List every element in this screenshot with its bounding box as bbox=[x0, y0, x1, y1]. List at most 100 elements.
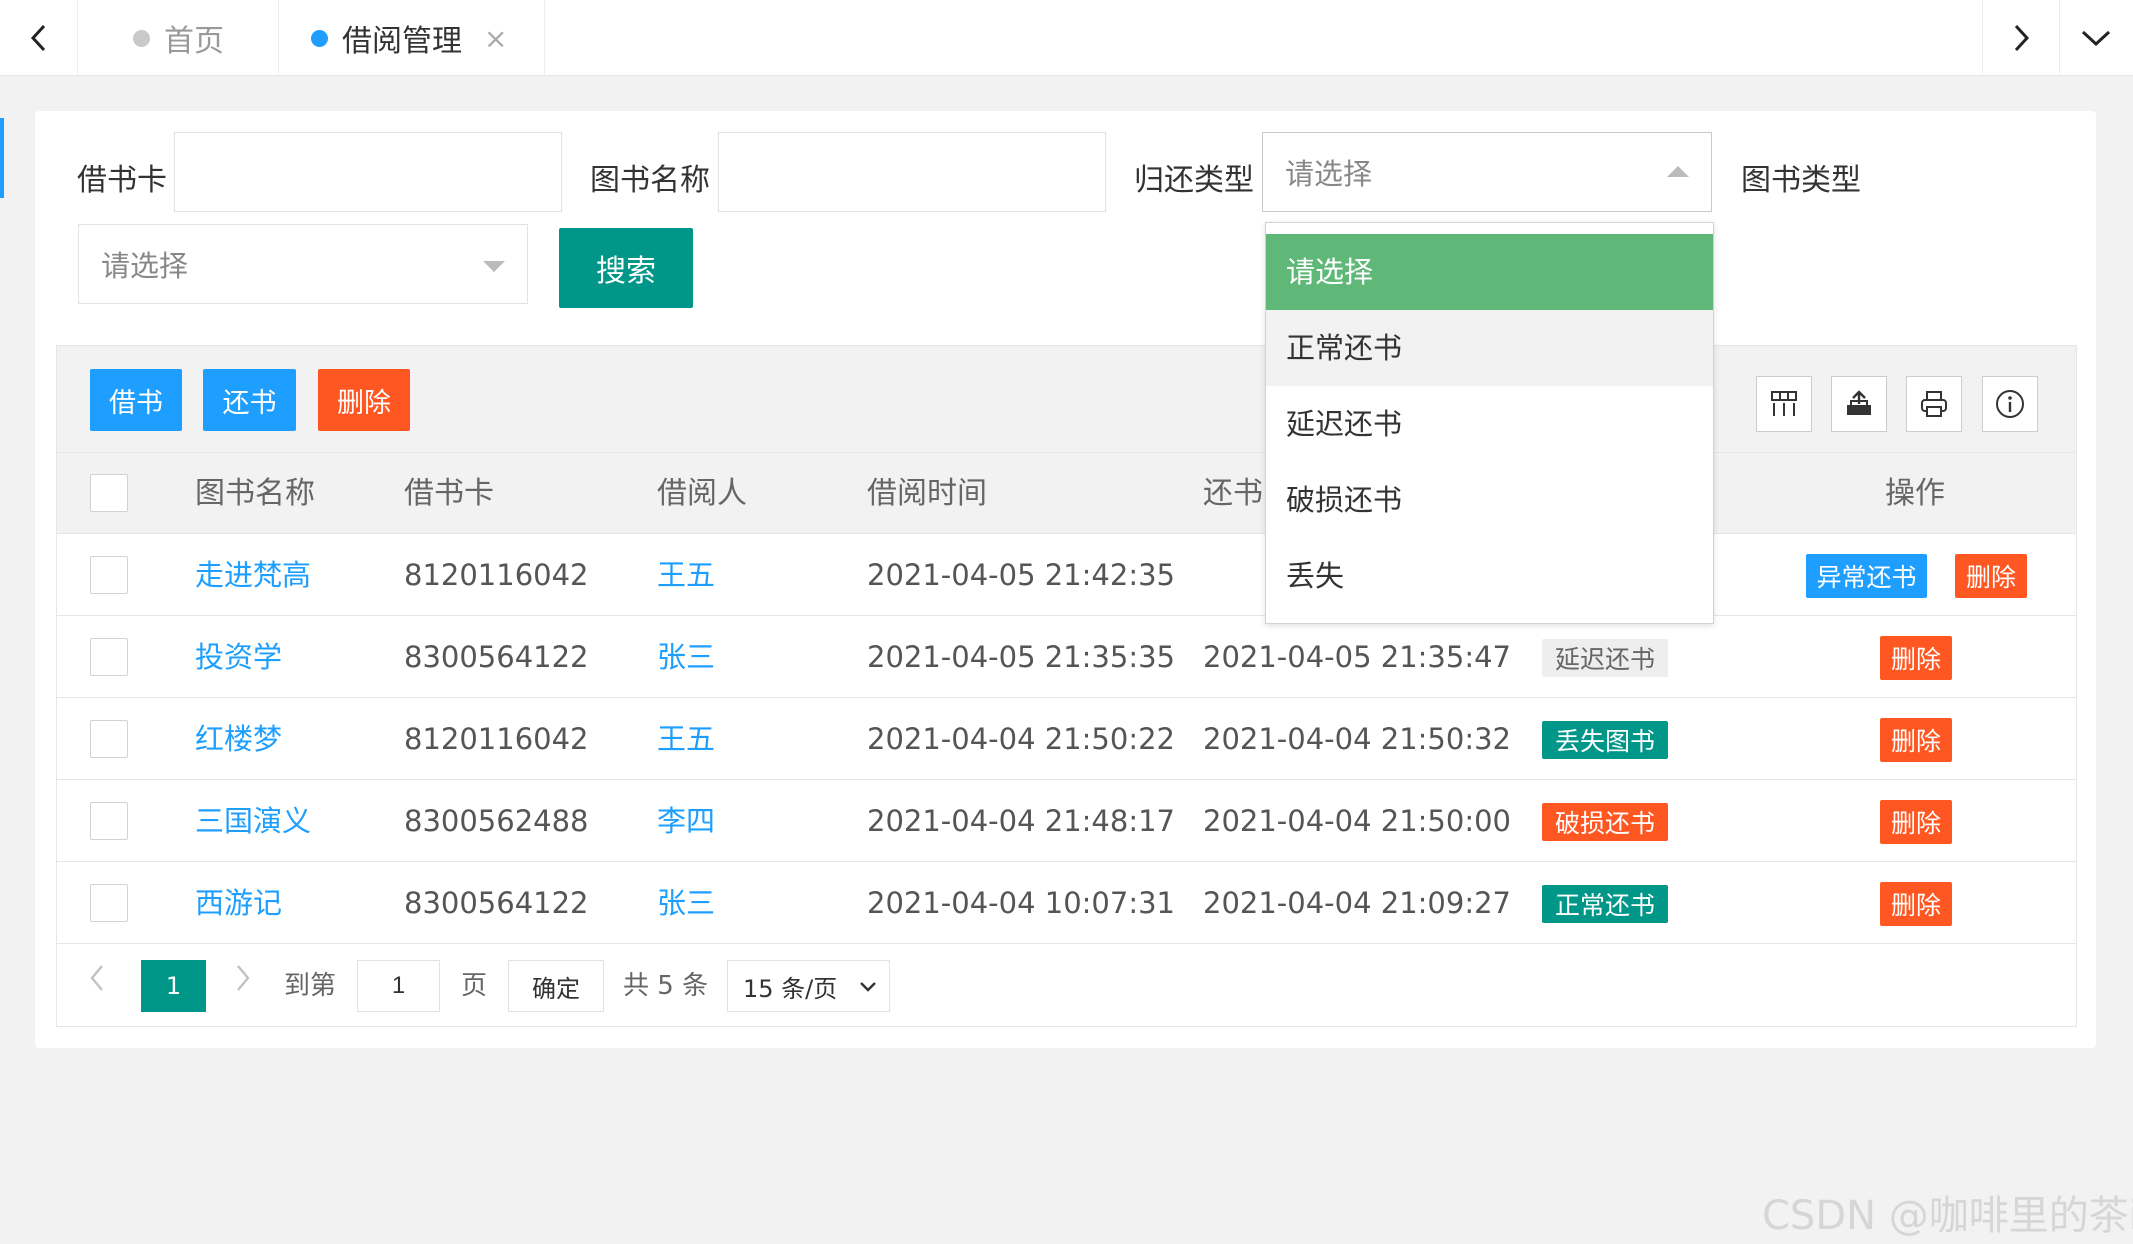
tab-home[interactable]: 首页 bbox=[79, 0, 279, 76]
borrower-link[interactable]: 李四 bbox=[657, 780, 715, 862]
dropdown-option-default[interactable]: 请选择 bbox=[1266, 234, 1713, 310]
book-type-select-value: 请选择 bbox=[101, 249, 189, 283]
borrow-button[interactable]: 借书 bbox=[90, 369, 182, 431]
header-borrower: 借阅人 bbox=[657, 476, 747, 511]
chevron-right-icon bbox=[237, 965, 250, 991]
return-button[interactable]: 还书 bbox=[203, 369, 296, 431]
tab-home-label: 首页 bbox=[164, 24, 224, 59]
chevron-down-icon bbox=[860, 982, 876, 992]
return-type-dropdown: 请选择 正常还书 延迟还书 破损还书 丢失 bbox=[1265, 222, 1714, 624]
card-label: 借书卡 bbox=[77, 163, 167, 198]
goto-confirm-button[interactable]: 确定 bbox=[508, 960, 604, 1012]
chevron-left-icon bbox=[90, 965, 103, 991]
row-checkbox[interactable] bbox=[90, 884, 128, 922]
columns-filter-button[interactable] bbox=[1756, 376, 1812, 432]
borrower-link[interactable]: 王五 bbox=[657, 534, 715, 616]
per-page-value: 15 条/页 bbox=[743, 974, 838, 1003]
book-name-link[interactable]: 走进梵高 bbox=[195, 534, 311, 616]
book-name-link[interactable]: 红楼梦 bbox=[195, 698, 282, 780]
close-icon[interactable]: × bbox=[484, 22, 507, 55]
return-type-select-value: 请选择 bbox=[1285, 157, 1373, 191]
borrow-time: 2021-04-04 21:50:22 bbox=[867, 722, 1175, 756]
page-1-button[interactable]: 1 bbox=[141, 960, 206, 1012]
book-type-label: 图书类型 bbox=[1741, 163, 1861, 198]
borrower-link[interactable]: 张三 bbox=[657, 862, 715, 944]
header-book-name: 图书名称 bbox=[195, 476, 315, 511]
dropdown-option-late-return[interactable]: 延迟还书 bbox=[1266, 386, 1713, 462]
book-name-link[interactable]: 三国演义 bbox=[195, 780, 311, 862]
borrower-link[interactable]: 王五 bbox=[657, 698, 715, 780]
delete-button[interactable]: 删除 bbox=[1880, 718, 1952, 762]
search-button[interactable]: 搜索 bbox=[559, 228, 693, 308]
export-button[interactable] bbox=[1831, 376, 1887, 432]
chevron-down-icon bbox=[2081, 30, 2110, 47]
tab-borrow-management[interactable]: 借阅管理 × bbox=[279, 0, 545, 76]
header-card: 借书卡 bbox=[404, 476, 494, 511]
dropdown-option-lost[interactable]: 丢失 bbox=[1266, 538, 1713, 614]
return-type-label: 归还类型 bbox=[1134, 163, 1254, 198]
return-time: 2021-04-04 21:50:32 bbox=[1203, 722, 1511, 756]
caret-up-icon bbox=[1667, 166, 1689, 177]
columns-icon bbox=[1771, 391, 1797, 416]
return-type-select[interactable]: 请选择 bbox=[1262, 132, 1712, 212]
delete-button[interactable]: 删除 bbox=[1880, 636, 1952, 680]
row-checkbox[interactable] bbox=[90, 638, 128, 676]
print-button[interactable] bbox=[1906, 376, 1962, 432]
sidebar-edge-indicator bbox=[0, 118, 4, 198]
table-toolbar: 借书 还书 删除 bbox=[57, 346, 2076, 453]
print-icon bbox=[1921, 391, 1947, 417]
book-name-link[interactable]: 投资学 bbox=[195, 616, 282, 698]
delete-button[interactable]: 删除 bbox=[1880, 882, 1952, 926]
card-input[interactable] bbox=[174, 132, 562, 212]
status-badge: 破损还书 bbox=[1542, 803, 1668, 841]
card-number: 8300562488 bbox=[404, 804, 589, 838]
row-checkbox[interactable] bbox=[90, 556, 128, 594]
caret-down-icon bbox=[483, 261, 505, 272]
per-page-select[interactable]: 15 条/页 bbox=[727, 960, 890, 1012]
delete-button[interactable]: 删除 bbox=[1955, 554, 2027, 598]
data-table: 借书 还书 删除 图书名称 借书卡 借阅人 借阅时间 还书 操作 走进梵高 81… bbox=[56, 345, 2077, 1027]
borrower-link[interactable]: 张三 bbox=[657, 616, 715, 698]
book-type-select[interactable]: 请选择 bbox=[78, 224, 528, 304]
borrow-time: 2021-04-05 21:35:35 bbox=[867, 640, 1175, 674]
tab-scroll-right-button[interactable] bbox=[1982, 0, 2060, 76]
card-number: 8120116042 bbox=[404, 722, 589, 756]
borrow-time: 2021-04-05 21:42:35 bbox=[867, 558, 1175, 592]
tab-menu-button[interactable] bbox=[2058, 0, 2133, 76]
watermark: CSDN @咖啡里的茶i bbox=[1762, 1193, 2133, 1239]
tab-borrow-management-label: 借阅管理 bbox=[342, 24, 462, 59]
delete-button[interactable]: 删除 bbox=[1880, 800, 1952, 844]
table-row: 走进梵高 8120116042 王五 2021-04-05 21:42:35 异… bbox=[57, 534, 2076, 616]
select-all-checkbox[interactable] bbox=[90, 474, 128, 512]
return-time: 2021-04-04 21:50:00 bbox=[1203, 804, 1511, 838]
next-page-button[interactable] bbox=[233, 960, 253, 1006]
page-suffix: 页 bbox=[461, 971, 488, 1001]
row-checkbox[interactable] bbox=[90, 802, 128, 840]
dropdown-option-damaged-return[interactable]: 破损还书 bbox=[1266, 462, 1713, 538]
book-name-link[interactable]: 西游记 bbox=[195, 862, 282, 944]
header-actions: 操作 bbox=[1885, 476, 1945, 511]
dropdown-option-normal-return[interactable]: 正常还书 bbox=[1266, 310, 1713, 386]
chevron-left-icon bbox=[30, 24, 45, 52]
card-number: 8120116042 bbox=[404, 558, 589, 592]
row-checkbox[interactable] bbox=[90, 720, 128, 758]
table-row: 三国演义 8300562488 李四 2021-04-04 21:48:17 2… bbox=[57, 780, 2076, 862]
total-count: 共 5 条 bbox=[623, 971, 709, 1001]
goto-page-input[interactable] bbox=[357, 960, 440, 1012]
prev-page-button[interactable] bbox=[87, 960, 107, 1006]
info-icon bbox=[1996, 390, 2024, 418]
pagination: 1 到第 页 确定 共 5 条 15 条/页 bbox=[57, 946, 2076, 1026]
tab-bar: 首页 借阅管理 × bbox=[0, 0, 2133, 76]
header-borrow-time: 借阅时间 bbox=[867, 476, 987, 511]
abnormal-return-button[interactable]: 异常还书 bbox=[1806, 554, 1927, 598]
info-button[interactable] bbox=[1982, 376, 2038, 432]
book-name-label: 图书名称 bbox=[590, 163, 710, 198]
header-return-time: 还书 bbox=[1203, 476, 1263, 511]
book-name-input[interactable] bbox=[718, 132, 1106, 212]
borrow-time: 2021-04-04 21:48:17 bbox=[867, 804, 1175, 838]
batch-delete-button[interactable]: 删除 bbox=[318, 369, 410, 431]
status-badge: 丢失图书 bbox=[1542, 721, 1668, 759]
table-row: 投资学 8300564122 张三 2021-04-05 21:35:35 20… bbox=[57, 616, 2076, 698]
tab-scroll-left-button[interactable] bbox=[0, 0, 78, 76]
borrow-time: 2021-04-04 10:07:31 bbox=[867, 886, 1175, 920]
